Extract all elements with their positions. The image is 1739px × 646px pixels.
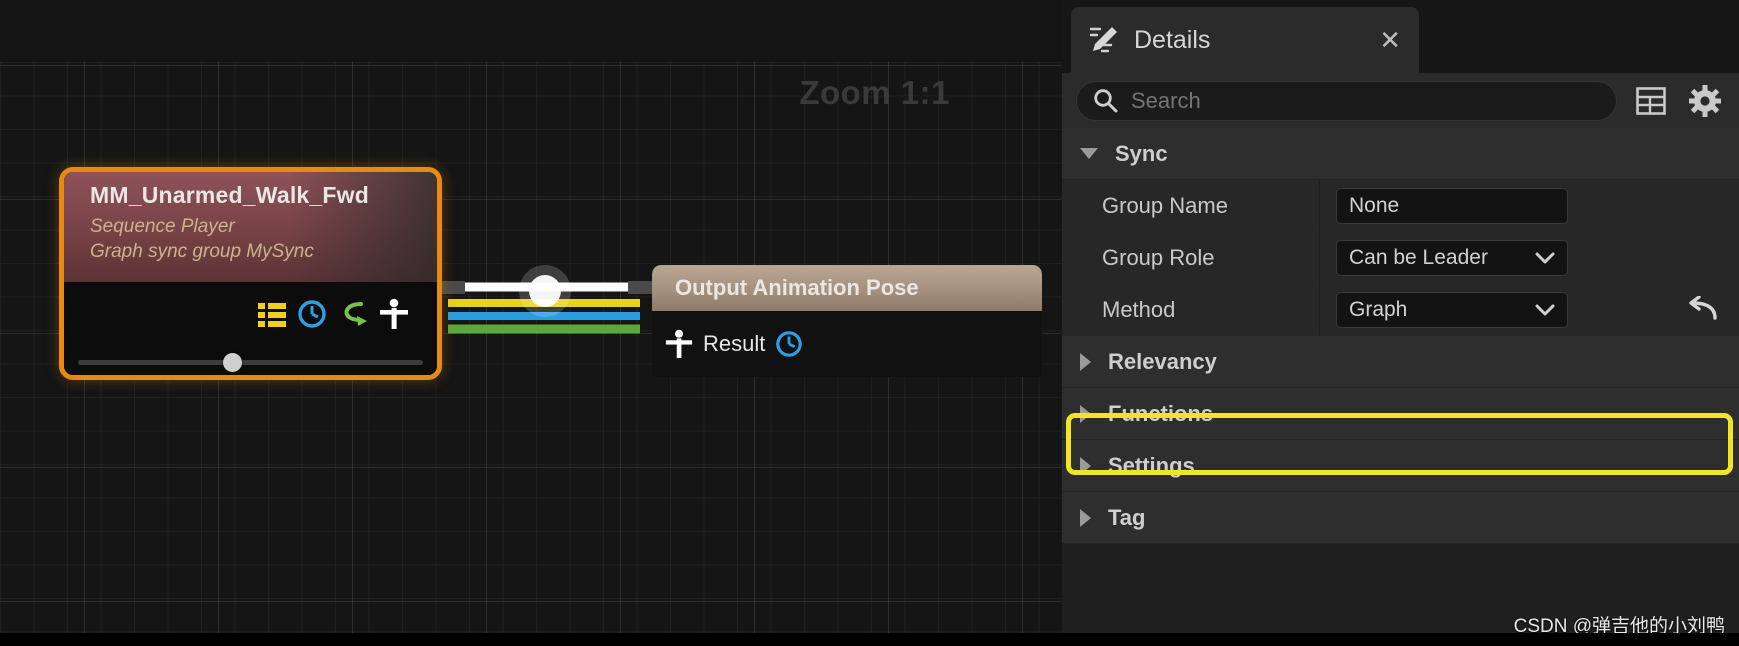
group-name-field[interactable]: None — [1336, 187, 1568, 224]
property-row-group-role[interactable]: Group Role Can be Leader — [1062, 232, 1739, 284]
search-placeholder: Search — [1131, 87, 1201, 113]
pose-person-icon — [665, 329, 693, 359]
chevron-down-icon — [1080, 148, 1098, 159]
chevron-right-icon — [1080, 404, 1091, 423]
scrubber-track — [78, 360, 423, 365]
property-row-method[interactable]: Method Graph — [1062, 284, 1739, 336]
category-label: Functions — [1108, 400, 1214, 426]
pose-person-icon — [379, 298, 409, 330]
clock-icon — [775, 330, 803, 358]
category-settings[interactable]: Settings — [1062, 440, 1739, 492]
search-input[interactable]: Search — [1076, 80, 1617, 121]
property-label: Group Role — [1062, 232, 1320, 283]
category-functions[interactable]: Functions — [1062, 388, 1739, 440]
property-label: Method — [1062, 284, 1320, 335]
scrubber-handle[interactable] — [222, 353, 242, 372]
method-dropdown[interactable]: Graph — [1336, 291, 1568, 328]
output-node-body: Result — [652, 311, 1042, 377]
animation-graph-canvas[interactable]: Zoom 1:1 MM_Unarmed_Walk_Fwd Sequence Pl… — [0, 0, 1062, 646]
category-sync[interactable]: Sync — [1062, 128, 1739, 180]
chevron-right-icon — [1080, 456, 1091, 475]
sequence-node-sync-group: Graph sync group MySync — [90, 241, 314, 262]
category-label: Relevancy — [1108, 348, 1217, 374]
property-value-cell: None — [1320, 180, 1663, 231]
category-relevancy[interactable]: Relevancy — [1062, 336, 1739, 388]
zoom-level-label: Zoom 1:1 — [799, 74, 950, 111]
sequence-player-node[interactable]: MM_Unarmed_Walk_Fwd Sequence Player Grap… — [59, 167, 442, 380]
settings-gear-icon[interactable] — [1685, 81, 1725, 121]
app-root: Zoom 1:1 MM_Unarmed_Walk_Fwd Sequence Pl… — [0, 0, 1739, 646]
sequence-node-title: MM_Unarmed_Walk_Fwd — [90, 182, 370, 208]
sequence-node-icon-row — [258, 298, 409, 330]
chevron-down-icon — [1535, 246, 1555, 270]
output-node-header: Output Animation Pose — [652, 265, 1042, 311]
close-icon[interactable]: ✕ — [1379, 27, 1401, 53]
loop-arrow-icon[interactable] — [338, 299, 368, 329]
chevron-right-icon — [1080, 352, 1091, 371]
reset-cell — [1663, 180, 1739, 231]
property-value-cell: Graph — [1320, 284, 1663, 335]
property-value-cell: Can be Leader — [1320, 232, 1663, 283]
tab-details[interactable]: Details ✕ — [1071, 7, 1419, 73]
field-value: Graph — [1349, 297, 1408, 321]
details-search-row: Search — [1062, 73, 1739, 128]
category-label: Sync — [1115, 140, 1168, 166]
field-value: Can be Leader — [1349, 245, 1488, 269]
property-label: Group Name — [1062, 180, 1320, 231]
details-pencil-icon — [1089, 25, 1119, 55]
field-value: None — [1349, 193, 1400, 217]
output-node-input-pin[interactable] — [628, 281, 654, 294]
property-row-group-name[interactable]: Group Name None — [1062, 180, 1739, 232]
list-icon[interactable] — [258, 302, 286, 327]
reset-to-default-button[interactable] — [1663, 284, 1739, 335]
column-view-icon[interactable] — [1631, 81, 1671, 121]
chevron-down-icon — [1535, 298, 1555, 322]
details-panel: Details ✕ Search Sync Group Name None Gr… — [1062, 0, 1739, 646]
reset-cell — [1663, 232, 1739, 283]
output-node-result-label: Result — [703, 331, 766, 356]
category-tag[interactable]: Tag — [1062, 492, 1739, 544]
property-list: Sync Group Name None Group Role Can be L… — [1062, 128, 1739, 646]
sequence-node-body — [64, 282, 437, 375]
search-icon — [1093, 88, 1118, 113]
category-label: Settings — [1108, 452, 1195, 478]
sequence-node-output-pin[interactable] — [441, 281, 465, 294]
output-animation-pose-node[interactable]: Output Animation Pose Result — [652, 265, 1042, 377]
tab-details-label: Details — [1134, 25, 1211, 54]
details-tab-strip: Details ✕ — [1062, 0, 1739, 73]
sequence-node-scrubber[interactable] — [78, 353, 423, 372]
group-role-dropdown[interactable]: Can be Leader — [1336, 239, 1568, 276]
chevron-right-icon — [1080, 508, 1091, 527]
clock-icon[interactable] — [297, 299, 327, 329]
sequence-node-header: MM_Unarmed_Walk_Fwd Sequence Player Grap… — [64, 172, 437, 282]
sequence-node-subtitle: Sequence Player — [90, 216, 235, 237]
graph-top-band — [0, 0, 1062, 62]
category-label: Tag — [1108, 504, 1146, 530]
output-node-title: Output Animation Pose — [675, 275, 919, 300]
bottom-black-strip — [0, 633, 1739, 646]
